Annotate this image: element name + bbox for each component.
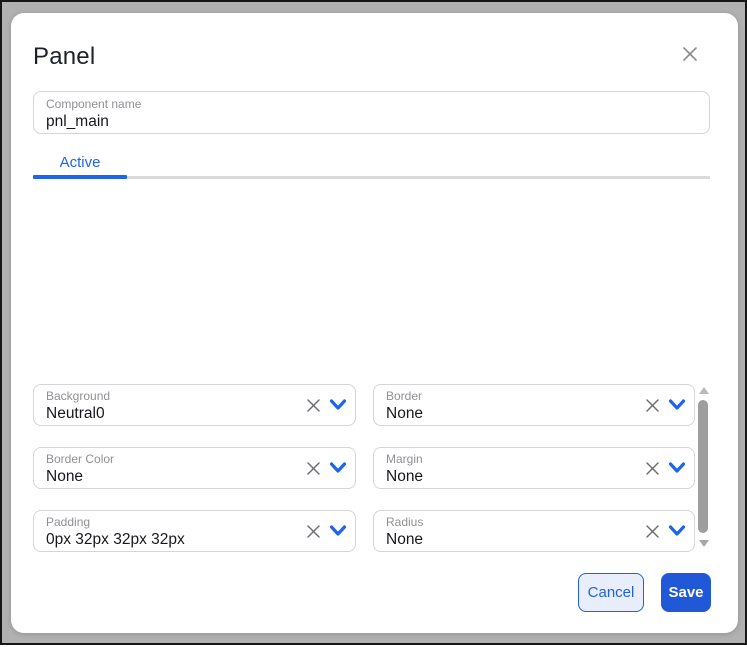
- component-name-label: Component name: [46, 97, 697, 112]
- close-icon: [681, 45, 699, 66]
- margin-select[interactable]: Margin None: [373, 447, 695, 489]
- padding-select[interactable]: Padding 0px 32px 32px 32px: [33, 510, 356, 552]
- chevron-down-icon[interactable]: [329, 396, 347, 414]
- border-value: None: [386, 404, 624, 424]
- form-scrollbar: [697, 383, 710, 555]
- style-fields-grid: Background Neutral0 Border None: [33, 384, 695, 552]
- clear-x-icon[interactable]: [304, 522, 322, 540]
- panel-dialog: Panel Component name pnl_main Active Bac…: [11, 13, 738, 633]
- padding-label: Padding: [46, 515, 285, 530]
- scroll-down-arrow-icon[interactable]: [699, 540, 709, 547]
- margin-value: None: [386, 467, 624, 487]
- padding-value: 0px 32px 32px 32px: [46, 530, 285, 550]
- scrollbar-thumb[interactable]: [698, 400, 708, 533]
- page-background: Panel Component name pnl_main Active Bac…: [0, 0, 747, 645]
- chevron-down-icon[interactable]: [329, 522, 347, 540]
- background-select[interactable]: Background Neutral0: [33, 384, 356, 426]
- background-label: Background: [46, 389, 285, 404]
- scroll-up-arrow-icon[interactable]: [699, 387, 709, 394]
- border-color-value: None: [46, 467, 285, 487]
- radius-label: Radius: [386, 515, 624, 530]
- clear-x-icon[interactable]: [304, 396, 322, 414]
- dialog-title: Panel: [33, 43, 95, 71]
- component-name-field[interactable]: Component name pnl_main: [33, 91, 710, 134]
- margin-label: Margin: [386, 452, 624, 467]
- border-label: Border: [386, 389, 624, 404]
- clear-x-icon[interactable]: [304, 459, 322, 477]
- radius-value: None: [386, 530, 624, 550]
- chevron-down-icon[interactable]: [329, 459, 347, 477]
- border-color-select[interactable]: Border Color None: [33, 447, 356, 489]
- radius-select[interactable]: Radius None: [373, 510, 695, 552]
- save-button[interactable]: Save: [661, 573, 711, 612]
- cancel-button[interactable]: Cancel: [578, 573, 644, 612]
- active-tab-indicator: [33, 175, 127, 179]
- tab-divider: [33, 176, 710, 179]
- chevron-down-icon[interactable]: [668, 459, 686, 477]
- component-name-value: pnl_main: [46, 112, 697, 132]
- tab-active[interactable]: Active: [33, 148, 127, 176]
- chevron-down-icon[interactable]: [668, 522, 686, 540]
- background-value: Neutral0: [46, 404, 285, 424]
- border-color-label: Border Color: [46, 452, 285, 467]
- clear-x-icon[interactable]: [643, 459, 661, 477]
- clear-x-icon[interactable]: [643, 522, 661, 540]
- border-select[interactable]: Border None: [373, 384, 695, 426]
- chevron-down-icon[interactable]: [668, 396, 686, 414]
- close-button[interactable]: [679, 44, 701, 66]
- clear-x-icon[interactable]: [643, 396, 661, 414]
